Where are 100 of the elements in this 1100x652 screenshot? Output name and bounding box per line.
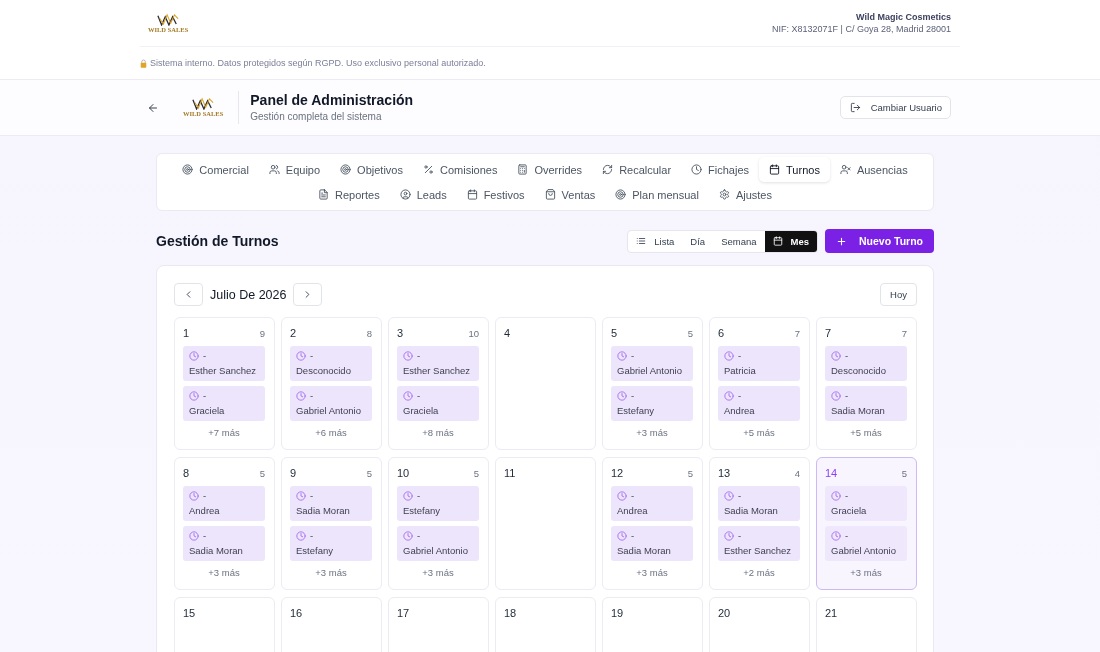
day-number: 10 xyxy=(397,467,410,479)
calendar-day[interactable]: 13 4 - Sadia Moran - Esther Sanchez +2 más xyxy=(709,457,810,590)
shift-card[interactable]: - Sadia Moran xyxy=(183,526,265,561)
shift-card[interactable]: - Esther Sanchez xyxy=(718,526,800,561)
shift-card[interactable]: - Gabriel Antonio xyxy=(290,386,372,421)
shift-employee: Graciela xyxy=(831,505,868,516)
calendar-day[interactable]: 4 xyxy=(495,317,596,450)
shift-card[interactable]: - Gabriel Antonio xyxy=(611,346,693,381)
nav-tab[interactable]: Overrides xyxy=(507,157,593,182)
shift-count: 7 xyxy=(794,327,800,339)
shift-employee: Sadia Moran xyxy=(831,405,886,416)
section-title: Gestión de Turnos xyxy=(156,233,279,249)
shift-card[interactable]: - Graciela xyxy=(183,386,265,421)
shift-card[interactable]: - Desconocido xyxy=(290,346,372,381)
more-shifts-link[interactable]: +6 más xyxy=(315,427,347,439)
shift-card[interactable]: - Graciela xyxy=(825,486,907,521)
shift-card[interactable]: - Estefany xyxy=(611,386,693,421)
new-shift-button[interactable]: Nuevo Turno xyxy=(825,229,934,253)
calendar-day[interactable]: 14 5 - Graciela - Gabriel Antonio +3 más xyxy=(816,457,917,590)
day-number: 9 xyxy=(290,467,297,479)
shift-card[interactable]: - Sadia Moran xyxy=(718,486,800,521)
more-shifts-link[interactable]: +3 más xyxy=(636,427,668,439)
more-shifts-link[interactable]: +5 más xyxy=(850,427,882,439)
shift-card[interactable]: - Patricia xyxy=(718,346,800,381)
view-tab[interactable]: Día xyxy=(682,230,714,252)
shift-time: - xyxy=(845,351,849,361)
notice-text: Sistema interno. Datos protegidos según RGPD. Uso exclusivo personal autorizado. xyxy=(150,58,486,68)
day-number: 19 xyxy=(611,607,624,619)
calendar-day[interactable]: 19 xyxy=(602,597,703,652)
more-shifts-link[interactable]: +7 más xyxy=(208,427,240,439)
today-button[interactable]: Hoy xyxy=(880,283,917,306)
shift-card[interactable]: - Andrea xyxy=(718,386,800,421)
shift-card[interactable]: - Graciela xyxy=(397,386,479,421)
nav-tab[interactable]: Ausencias xyxy=(829,157,918,182)
calendar-day[interactable]: 8 5 - Andrea - Sadia Moran +3 más xyxy=(174,457,275,590)
nav-tab[interactable]: Turnos xyxy=(759,157,830,182)
more-shifts-link[interactable]: +2 más xyxy=(743,567,775,579)
nav-tab[interactable]: Ajustes xyxy=(708,182,782,207)
shift-card[interactable]: - Gabriel Antonio xyxy=(397,526,479,561)
nav-tab[interactable]: Equipo xyxy=(258,157,331,182)
shift-time: - xyxy=(845,491,849,501)
view-tab[interactable]: Semana xyxy=(713,230,765,252)
shift-employee: Estefany xyxy=(296,545,334,556)
calendar-day[interactable]: 10 5 - Estefany - Gabriel Antonio +3 más xyxy=(388,457,489,590)
calendar-day[interactable]: 16 xyxy=(281,597,382,652)
nav-tab[interactable]: Comisiones xyxy=(412,157,508,182)
nav-tab[interactable]: Objetivos xyxy=(330,157,413,182)
shift-card[interactable]: - Sadia Moran xyxy=(611,526,693,561)
previous-month-button[interactable] xyxy=(174,283,203,306)
nav-tab[interactable]: Ventas xyxy=(534,182,606,207)
shift-card[interactable]: - Sadia Moran xyxy=(290,486,372,521)
calendar-day[interactable]: 2 8 - Desconocido - Gabriel Antonio +6 más xyxy=(281,317,382,450)
target-icon xyxy=(182,164,194,175)
calendar-day[interactable]: 11 xyxy=(495,457,596,590)
shift-count: 5 xyxy=(366,467,372,479)
switch-user-button[interactable]: Cambiar Usuario xyxy=(839,96,951,119)
nav-tab[interactable]: Recalcular xyxy=(592,157,682,182)
shift-card[interactable]: - Estefany xyxy=(290,526,372,561)
company-details: NIF: X8132071F | C/ Goya 28, Madrid 28001 xyxy=(772,23,951,35)
calendar-day[interactable]: 20 xyxy=(709,597,810,652)
more-shifts-link[interactable]: +8 más xyxy=(422,427,454,439)
calendar-day[interactable]: 21 xyxy=(816,597,917,652)
next-month-button[interactable] xyxy=(293,283,323,306)
more-shifts-link[interactable]: +3 más xyxy=(850,567,882,579)
more-shifts-link[interactable]: +3 más xyxy=(315,567,347,579)
more-shifts-link[interactable]: +3 más xyxy=(422,567,454,579)
calendar-day[interactable]: 9 5 - Sadia Moran - Estefany +3 más xyxy=(281,457,382,590)
clock-icon xyxy=(617,531,627,541)
shift-card[interactable]: - Andrea xyxy=(611,486,693,521)
calendar-day[interactable]: 7 7 - Desconocido - Sadia Moran +5 más xyxy=(816,317,917,450)
nav-tab[interactable]: Comercial xyxy=(172,157,259,182)
calendar-day[interactable]: 12 5 - Andrea - Sadia Moran +3 más xyxy=(602,457,703,590)
shift-card[interactable]: - Andrea xyxy=(183,486,265,521)
shift-card[interactable]: - Esther Sanchez xyxy=(183,346,265,381)
more-shifts-link[interactable]: +3 más xyxy=(208,567,240,579)
shift-card[interactable]: - Sadia Moran xyxy=(825,386,907,421)
nav-tab[interactable]: Festivos xyxy=(456,182,535,207)
clock-icon xyxy=(724,531,734,541)
shift-card[interactable]: - Desconocido xyxy=(825,346,907,381)
calendar-day[interactable]: 3 10 - Esther Sanchez - Graciela +8 más xyxy=(388,317,489,450)
clock-icon xyxy=(831,491,841,501)
shift-card[interactable]: - Estefany xyxy=(397,486,479,521)
more-shifts-link[interactable]: +3 más xyxy=(636,567,668,579)
nav-tab[interactable]: Reportes xyxy=(308,182,390,207)
shift-card[interactable]: - Esther Sanchez xyxy=(397,346,479,381)
calendar-day[interactable]: 15 xyxy=(174,597,275,652)
view-tab[interactable]: Mes xyxy=(764,230,817,252)
nav-tab[interactable]: Leads xyxy=(389,182,457,207)
view-tab[interactable]: Lista xyxy=(628,230,683,252)
nav-tab[interactable]: Fichajes xyxy=(681,157,760,182)
shift-time: - xyxy=(417,351,421,361)
shift-card[interactable]: - Gabriel Antonio xyxy=(825,526,907,561)
more-shifts-link[interactable]: +5 más xyxy=(743,427,775,439)
calendar-day[interactable]: 18 xyxy=(495,597,596,652)
calendar-day[interactable]: 17 xyxy=(388,597,489,652)
calendar-day[interactable]: 5 5 - Gabriel Antonio - Estefany +3 más xyxy=(602,317,703,450)
nav-tab[interactable]: Plan mensual xyxy=(605,182,709,207)
calendar-day[interactable]: 6 7 - Patricia - Andrea +5 más xyxy=(709,317,810,450)
calendar-day[interactable]: 1 9 - Esther Sanchez - Graciela +7 más xyxy=(174,317,275,450)
clock-icon xyxy=(617,391,627,401)
